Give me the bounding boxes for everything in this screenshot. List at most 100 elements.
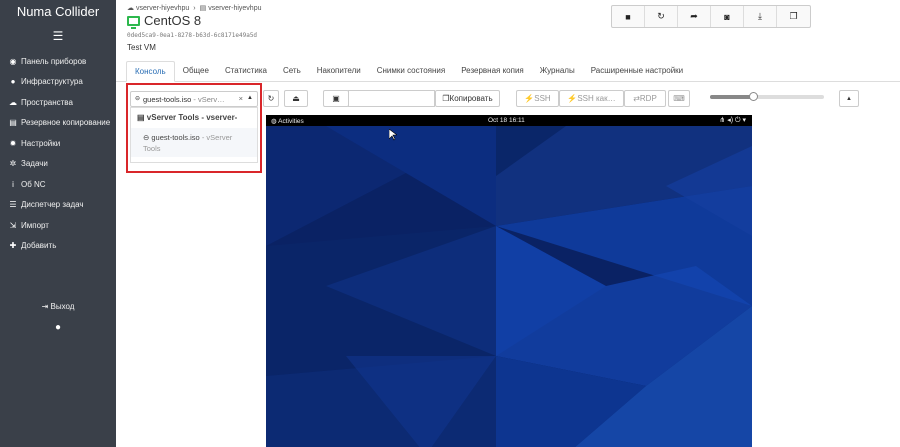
vm-header: ☁ vserver-hiyevhpu › ▤ vserver-hiyevhpu Ce…: [116, 0, 900, 58]
import-icon: ⇲: [9, 220, 17, 230]
stop-icon: ■: [625, 11, 631, 22]
sidebar-item-infrastructure[interactable]: ● Инфраструктура: [0, 72, 116, 93]
rdp-label: RDP: [639, 94, 657, 103]
sidebar-item-backup[interactable]: ▤ Резервное копирование: [0, 113, 116, 134]
sidebar-item-label: Добавить: [21, 241, 57, 251]
copy-icon: ❐: [442, 94, 450, 103]
copy-button[interactable]: ❐: [777, 6, 810, 27]
keyboard-icon: ⌨: [673, 94, 685, 103]
sidebar-item-label: Об NC: [21, 179, 46, 189]
list-icon: ☰: [9, 200, 17, 210]
sidebar-item-label: Резервное копирование: [21, 118, 111, 128]
tab-advanced[interactable]: Расширенные настройки: [583, 61, 691, 82]
logout-button[interactable]: ⇥ Выход: [0, 302, 116, 311]
user-icon[interactable]: ●: [0, 322, 116, 333]
snapshot-button[interactable]: ◙: [711, 6, 744, 27]
fullscreen-toggle-button[interactable]: ▲: [839, 90, 859, 107]
ssh-as-button[interactable]: ⚡ SSH как…: [559, 90, 624, 107]
refresh-icon: ↻: [657, 11, 665, 21]
monitor-icon: [127, 15, 140, 29]
tab-network[interactable]: Сеть: [275, 61, 309, 82]
sidebar-item-label: Пространства: [21, 97, 73, 107]
copy-clipboard-button[interactable]: ❐ Копировать: [435, 90, 500, 107]
menu-toggle-icon[interactable]: ☰: [0, 24, 116, 44]
scale-slider[interactable]: [710, 92, 824, 101]
scale-slider-thumb[interactable]: [748, 92, 758, 101]
vm-name[interactable]: CentOS 8: [144, 13, 201, 28]
tab-backup[interactable]: Резервная копия: [453, 61, 532, 82]
vm-actions-toolbar: ■ ↻ ➦ ◙ ⤓ ❐: [611, 5, 811, 28]
speedometer-icon: ◉: [9, 56, 17, 66]
activities-label: Activities: [278, 118, 304, 125]
mouse-cursor-icon: [389, 129, 397, 141]
ssh-label: SSH: [534, 94, 551, 103]
globe-icon: ●: [10, 77, 16, 87]
gears-icon: ✲: [9, 159, 17, 169]
ssh-as-label: SSH как…: [577, 94, 616, 103]
sidebar-item-label: Настройки: [21, 138, 61, 148]
caret-up-icon: ▲: [846, 95, 852, 102]
sidebar-item-dashboard[interactable]: ◉ Панель приборов: [0, 51, 116, 72]
camera-icon: ◙: [724, 11, 730, 22]
rdp-button[interactable]: ⇄ RDP: [624, 90, 666, 107]
sidebar-item-label: Диспетчер задач: [21, 200, 84, 210]
tab-general[interactable]: Общее: [175, 61, 217, 82]
tab-stats[interactable]: Статистика: [217, 61, 275, 82]
refresh-iso-button[interactable]: ↻: [263, 90, 279, 107]
vm-uuid: 0ded5ca9-0ea1-8278-b63d-6c8171e49a5d: [127, 32, 258, 39]
clipboard-button[interactable]: ▣: [323, 90, 349, 107]
sidebar-item-import[interactable]: ⇲ Импорт: [0, 215, 116, 236]
desktop-wallpaper: [266, 126, 752, 447]
keyboard-button[interactable]: ⌨: [668, 90, 690, 107]
restart-button[interactable]: ↻: [645, 6, 678, 27]
breadcrumb-pool-link[interactable]: vserver-hiyevhpu: [136, 5, 189, 12]
stop-button[interactable]: ■: [612, 6, 645, 27]
tab-logs[interactable]: Журналы: [532, 61, 583, 82]
share-icon: ➦: [690, 11, 698, 21]
sidebar-item-task-manager[interactable]: ☰ Диспетчер задач: [0, 195, 116, 216]
server-icon: ▤: [199, 5, 207, 12]
gnome-clock[interactable]: Oct 18 16:11: [488, 117, 525, 124]
export-button[interactable]: ⤓: [744, 6, 777, 27]
plug-icon: ⚡: [524, 94, 535, 103]
app-brand[interactable]: Numa Collider: [0, 0, 116, 24]
cloud-icon: ☁: [127, 5, 134, 12]
tab-snapshots[interactable]: Снимки состояния: [369, 61, 453, 82]
tab-disks[interactable]: Накопители: [309, 61, 369, 82]
logout-label: Выход: [50, 302, 75, 311]
vm-description[interactable]: Test VM: [127, 43, 156, 52]
clipboard-input[interactable]: [348, 90, 435, 107]
sidebar-item-tasks[interactable]: ✲ Задачи: [0, 154, 116, 175]
breadcrumb-host-link[interactable]: vserver-hiyevhpu: [208, 5, 261, 12]
refresh-icon: ↻: [267, 94, 275, 103]
sidebar-item-settings[interactable]: ✹ Настройки: [0, 133, 116, 154]
sidebar-item-spaces[interactable]: ☁ Пространства: [0, 92, 116, 113]
copy-label: Копировать: [449, 94, 493, 103]
highlight-box: [126, 83, 262, 173]
tab-console[interactable]: Консоль: [126, 61, 175, 82]
gnome-top-bar: ◍ Activities Oct 18 16:11 ⋔ ◂) ⏻ ▾: [266, 115, 752, 126]
eject-button[interactable]: ⏏: [284, 90, 308, 107]
sidebar-item-label: Задачи: [21, 159, 48, 169]
sidebar: Numa Collider ☰ ◉ Панель приборов ● Инфрас…: [0, 0, 116, 447]
vm-console-screen[interactable]: ◍ Activities Oct 18 16:11 ⋔ ◂) ⏻ ▾: [266, 115, 752, 447]
sidebar-item-label: Импорт: [21, 220, 49, 230]
sidebar-item-label: Инфраструктура: [21, 77, 83, 87]
chevron-down-icon: ▾: [742, 117, 746, 124]
cloud-icon: ☁: [9, 97, 17, 107]
activities-button[interactable]: ◍ Activities: [271, 117, 304, 125]
download-icon: ⤓: [758, 11, 762, 21]
plus-icon: ✚: [9, 241, 17, 251]
exchange-icon: ⇄: [633, 94, 640, 103]
archive-icon: ▤: [9, 118, 17, 128]
chevron-right-icon: ›: [193, 5, 196, 12]
console-panel: ⊖ guest-tools.iso - vServ… × ▲ ▤ vServer…: [116, 83, 900, 447]
migrate-button[interactable]: ➦: [678, 6, 711, 27]
system-tray[interactable]: ⋔ ◂) ⏻ ▾: [719, 116, 746, 125]
sidebar-item-about[interactable]: i Об NC: [0, 174, 116, 195]
clipboard-icon: ▣: [332, 94, 340, 103]
sidebar-item-add[interactable]: ✚ Добавить: [0, 236, 116, 257]
ssh-button[interactable]: ⚡ SSH: [516, 90, 559, 107]
volume-icon: ◂): [727, 117, 735, 124]
plug-icon: ⚡: [567, 94, 578, 103]
